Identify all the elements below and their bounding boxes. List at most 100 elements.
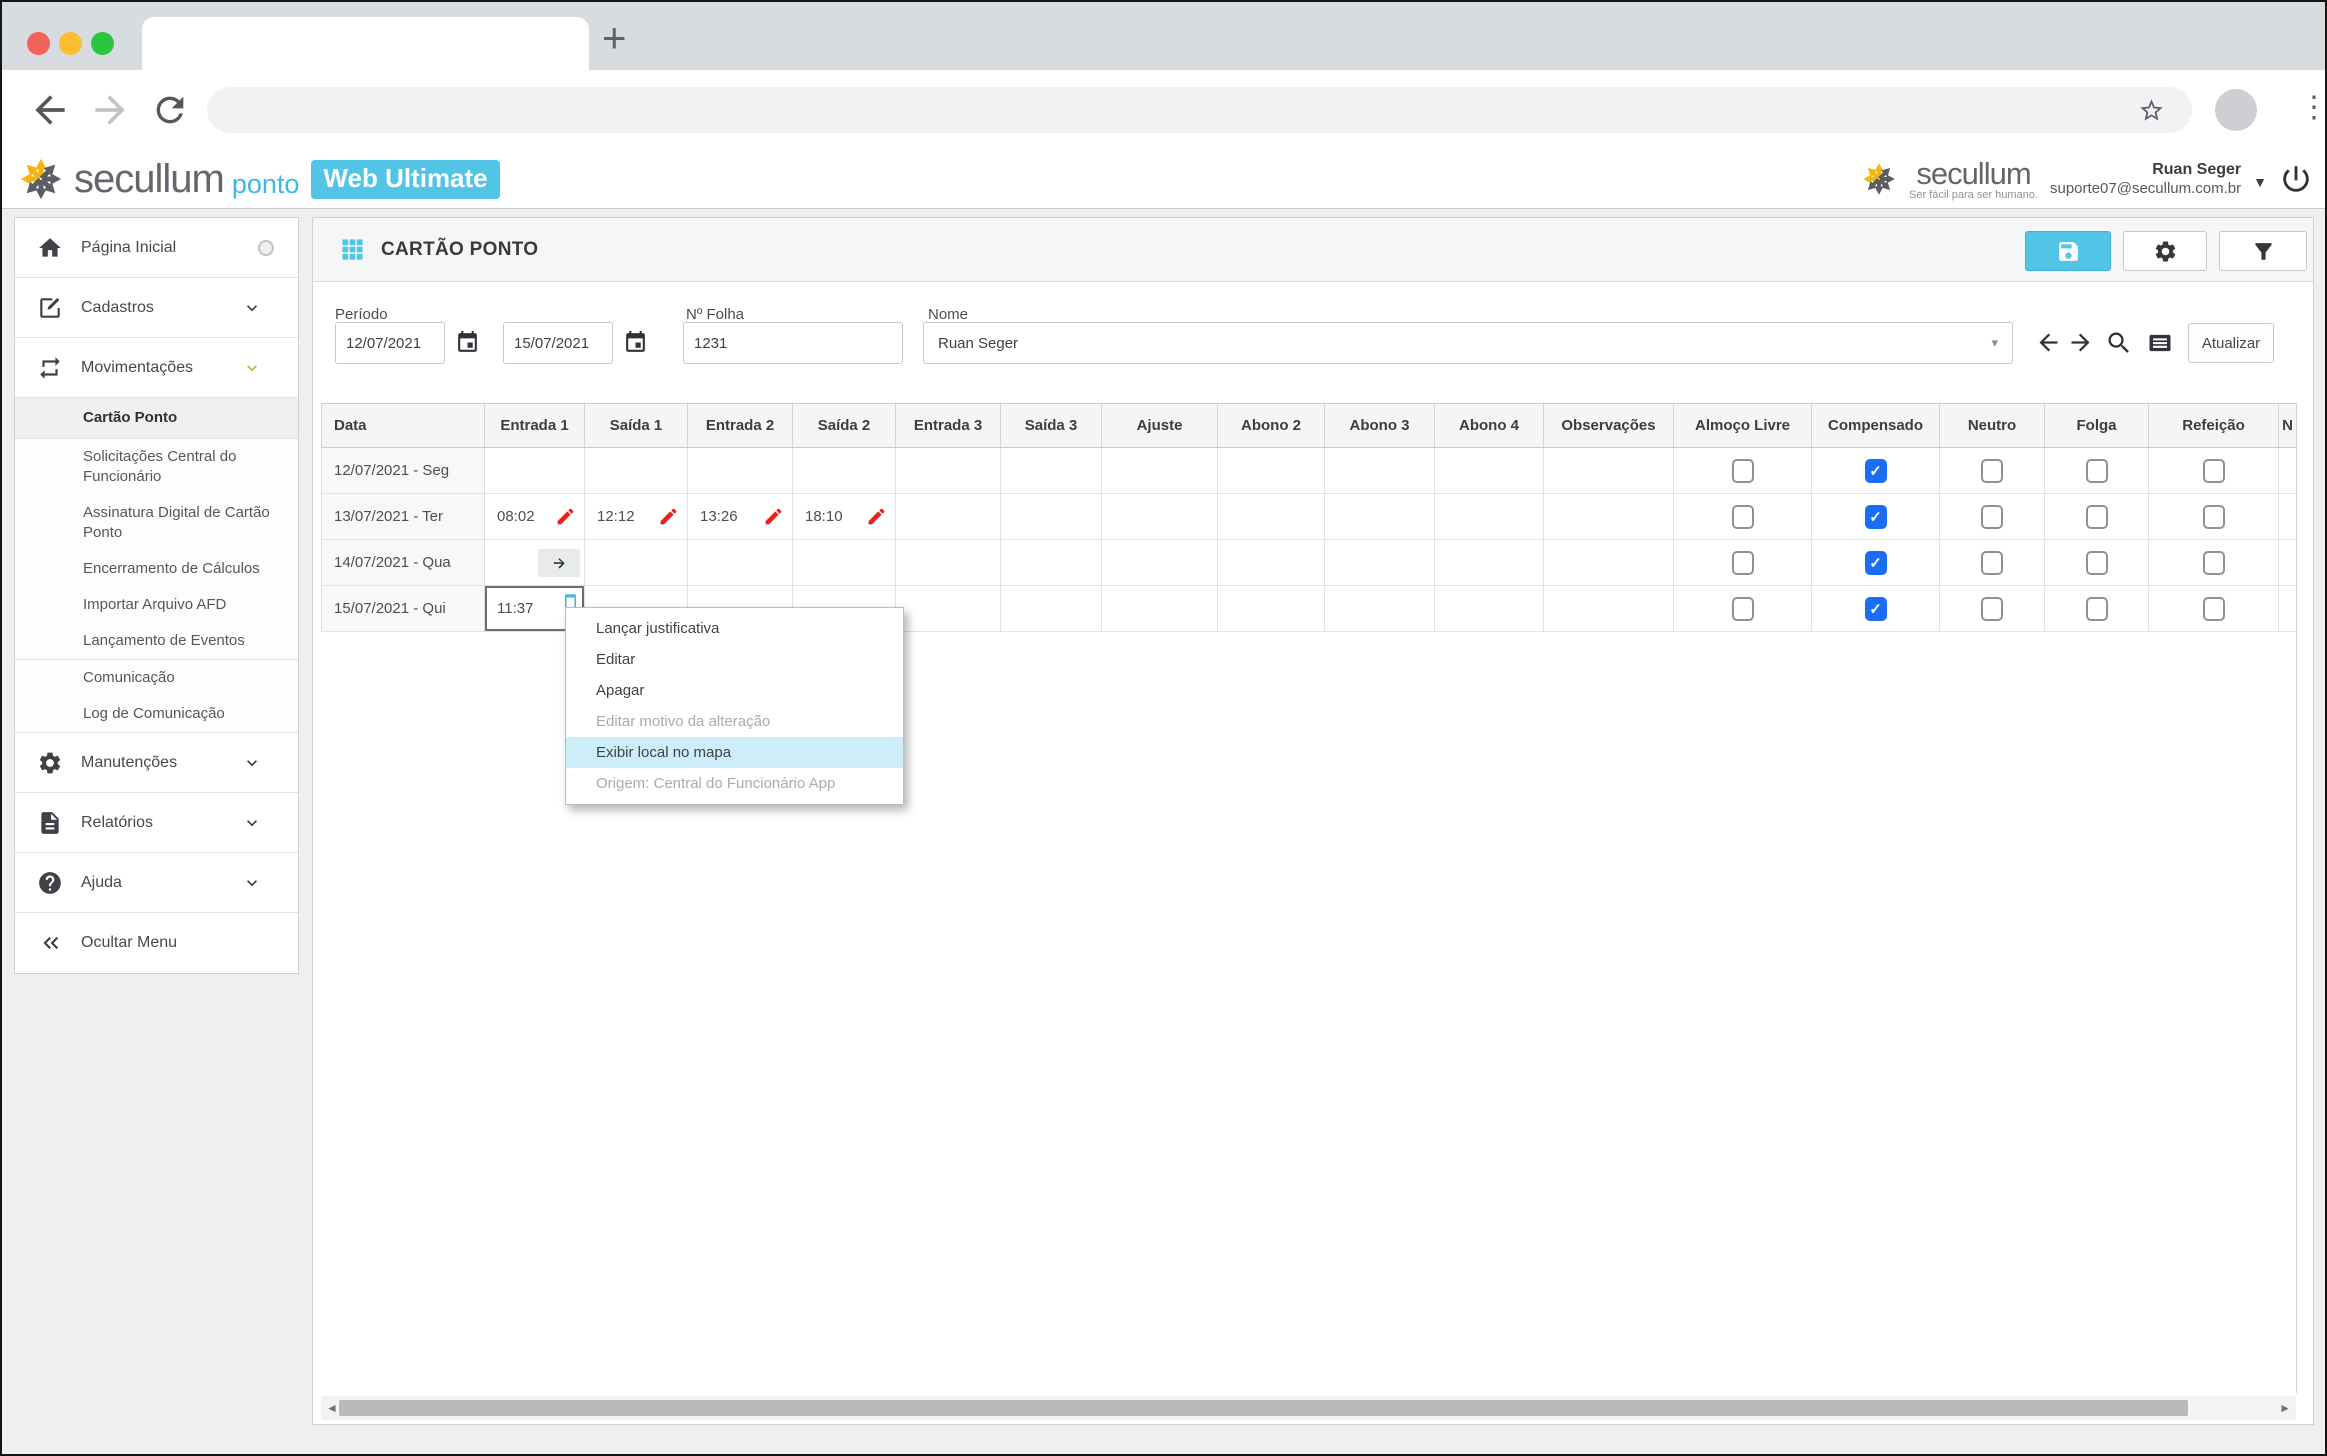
cell-abono2[interactable] bbox=[1218, 586, 1325, 631]
cell-observacoes[interactable] bbox=[1544, 494, 1674, 539]
context-menu-item-apagar[interactable]: Apagar bbox=[566, 675, 903, 706]
window-minimize-button[interactable] bbox=[59, 32, 82, 55]
settings-button[interactable] bbox=[2123, 231, 2207, 271]
sidebar-item-relatorios[interactable]: Relatórios bbox=[15, 793, 298, 853]
scrollbar-thumb[interactable] bbox=[339, 1400, 2188, 1416]
punch-cell-saida3[interactable] bbox=[1001, 586, 1102, 631]
punch-cell-entrada2[interactable]: 13:26 bbox=[688, 494, 793, 539]
folha-input[interactable] bbox=[683, 322, 903, 364]
checkbox-refeicao[interactable] bbox=[2203, 597, 2225, 621]
cell-abono2[interactable] bbox=[1218, 448, 1325, 493]
cell-observacoes[interactable] bbox=[1544, 540, 1674, 585]
checkbox-neutro[interactable] bbox=[1981, 551, 2003, 575]
nome-select[interactable]: Ruan Seger ▾ bbox=[923, 322, 2013, 364]
cell-abono4[interactable] bbox=[1435, 540, 1544, 585]
sidebar-item-comunicacao[interactable]: Comunicação bbox=[15, 660, 298, 696]
punch-cell-entrada1[interactable]: 08:02 bbox=[485, 494, 585, 539]
checkbox-neutro[interactable] bbox=[1981, 459, 2003, 483]
sidebar-item-lancamento-de-eventos[interactable]: Lançamento de Eventos bbox=[15, 623, 298, 660]
url-bar[interactable] bbox=[207, 87, 2192, 133]
new-tab-button[interactable]: + bbox=[602, 14, 627, 62]
date-from-input[interactable] bbox=[335, 322, 445, 364]
scroll-left-icon[interactable]: ◄ bbox=[326, 1401, 338, 1415]
punch-cell-entrada1[interactable] bbox=[485, 448, 585, 493]
cell-ajuste[interactable] bbox=[1102, 540, 1218, 585]
punch-cell-saida1[interactable]: 12:12 bbox=[585, 494, 688, 539]
browser-profile-avatar[interactable] bbox=[2215, 89, 2257, 131]
save-button[interactable] bbox=[2025, 231, 2111, 271]
date-to-input[interactable] bbox=[503, 322, 613, 364]
checkbox-compensado[interactable]: ✓ bbox=[1865, 597, 1887, 621]
calendar-from-icon[interactable] bbox=[455, 330, 480, 355]
cell-ajuste[interactable] bbox=[1102, 586, 1218, 631]
user-caret-icon[interactable]: ▼ bbox=[2253, 174, 2267, 190]
punch-cell-saida2[interactable] bbox=[793, 448, 896, 493]
checkbox-almoco-livre[interactable] bbox=[1732, 551, 1754, 575]
checkbox-neutro[interactable] bbox=[1981, 505, 2003, 529]
checkbox-compensado[interactable]: ✓ bbox=[1865, 551, 1887, 575]
punch-cell-entrada3[interactable] bbox=[896, 586, 1001, 631]
context-menu-item-editar[interactable]: Editar bbox=[566, 644, 903, 675]
sidebar-item-importar-arquivo-afd[interactable]: Importar Arquivo AFD bbox=[15, 587, 298, 623]
employee-list-icon[interactable] bbox=[2146, 329, 2174, 357]
checkbox-folga[interactable] bbox=[2086, 505, 2108, 529]
reload-icon[interactable] bbox=[150, 90, 190, 130]
logout-power-icon[interactable] bbox=[2279, 162, 2313, 196]
sidebar-item-log-de-comunicacao[interactable]: Log de Comunicação bbox=[15, 696, 298, 733]
cell-abono3[interactable] bbox=[1325, 448, 1435, 493]
forward-icon[interactable] bbox=[88, 88, 132, 132]
sidebar-item-cadastros[interactable]: Cadastros bbox=[15, 278, 298, 338]
punch-cell-entrada1[interactable] bbox=[485, 540, 585, 585]
cell-observacoes[interactable] bbox=[1544, 448, 1674, 493]
cell-abono4[interactable] bbox=[1435, 494, 1544, 539]
search-icon[interactable] bbox=[2105, 329, 2133, 357]
punch-cell-entrada2[interactable] bbox=[688, 448, 793, 493]
context-menu-item-lancar-justificativa[interactable]: Lançar justificativa bbox=[566, 613, 903, 644]
sidebar-item-encerramento-de-calculos[interactable]: Encerramento de Cálculos bbox=[15, 551, 298, 587]
prev-employee-icon[interactable] bbox=[2035, 329, 2062, 356]
sidebar-item-manutencoes[interactable]: Manutenções bbox=[15, 733, 298, 793]
cell-abono3[interactable] bbox=[1325, 494, 1435, 539]
copy-forward-button[interactable] bbox=[538, 549, 580, 577]
refresh-button[interactable]: Atualizar bbox=[2188, 323, 2274, 363]
context-menu-item-exibir-local-no-mapa[interactable]: Exibir local no mapa bbox=[566, 737, 903, 768]
sidebar-item-assinatura-digital-de-cartao-ponto[interactable]: Assinatura Digital de Cartão Ponto bbox=[15, 495, 298, 551]
checkbox-almoco-livre[interactable] bbox=[1732, 505, 1754, 529]
checkbox-folga[interactable] bbox=[2086, 459, 2108, 483]
user-menu[interactable]: Ruan Seger suporte07@secullum.com.br bbox=[2050, 160, 2241, 197]
checkbox-refeicao[interactable] bbox=[2203, 459, 2225, 483]
horizontal-scrollbar[interactable]: ◄ ► bbox=[321, 1396, 2296, 1420]
punch-cell-entrada3[interactable] bbox=[896, 540, 1001, 585]
cell-abono4[interactable] bbox=[1435, 586, 1544, 631]
punch-cell-entrada3[interactable] bbox=[896, 494, 1001, 539]
cell-abono4[interactable] bbox=[1435, 448, 1544, 493]
checkbox-folga[interactable] bbox=[2086, 597, 2108, 621]
window-zoom-button[interactable] bbox=[91, 32, 114, 55]
punch-cell-entrada3[interactable] bbox=[896, 448, 1001, 493]
filter-button[interactable] bbox=[2219, 231, 2307, 271]
browser-menu-icon[interactable]: ⋮ bbox=[2299, 90, 2327, 125]
scroll-right-icon[interactable]: ► bbox=[2279, 1401, 2291, 1415]
cell-abono2[interactable] bbox=[1218, 540, 1325, 585]
bookmark-star-icon[interactable] bbox=[2138, 97, 2165, 124]
sidebar-item-cartao-ponto[interactable]: Cartão Ponto bbox=[15, 398, 298, 439]
punch-cell-saida2[interactable]: 18:10 bbox=[793, 494, 896, 539]
cell-abono3[interactable] bbox=[1325, 540, 1435, 585]
punch-cell-saida1[interactable] bbox=[585, 540, 688, 585]
punch-cell-saida2[interactable] bbox=[793, 540, 896, 585]
checkbox-folga[interactable] bbox=[2086, 551, 2108, 575]
sidebar-item-pagina-inicial[interactable]: Página Inicial bbox=[15, 218, 298, 278]
calendar-to-icon[interactable] bbox=[623, 330, 648, 355]
checkbox-refeicao[interactable] bbox=[2203, 551, 2225, 575]
checkbox-refeicao[interactable] bbox=[2203, 505, 2225, 529]
cell-ajuste[interactable] bbox=[1102, 494, 1218, 539]
punch-cell-entrada2[interactable] bbox=[688, 540, 793, 585]
next-employee-icon[interactable] bbox=[2067, 329, 2094, 356]
window-close-button[interactable] bbox=[27, 32, 50, 55]
sidebar-item-movimentacoes[interactable]: Movimentações bbox=[15, 338, 298, 398]
punch-cell-saida3[interactable] bbox=[1001, 540, 1102, 585]
cell-abono2[interactable] bbox=[1218, 494, 1325, 539]
punch-cell-saida1[interactable] bbox=[585, 448, 688, 493]
sidebar-item-ajuda[interactable]: Ajuda bbox=[15, 853, 298, 913]
checkbox-neutro[interactable] bbox=[1981, 597, 2003, 621]
